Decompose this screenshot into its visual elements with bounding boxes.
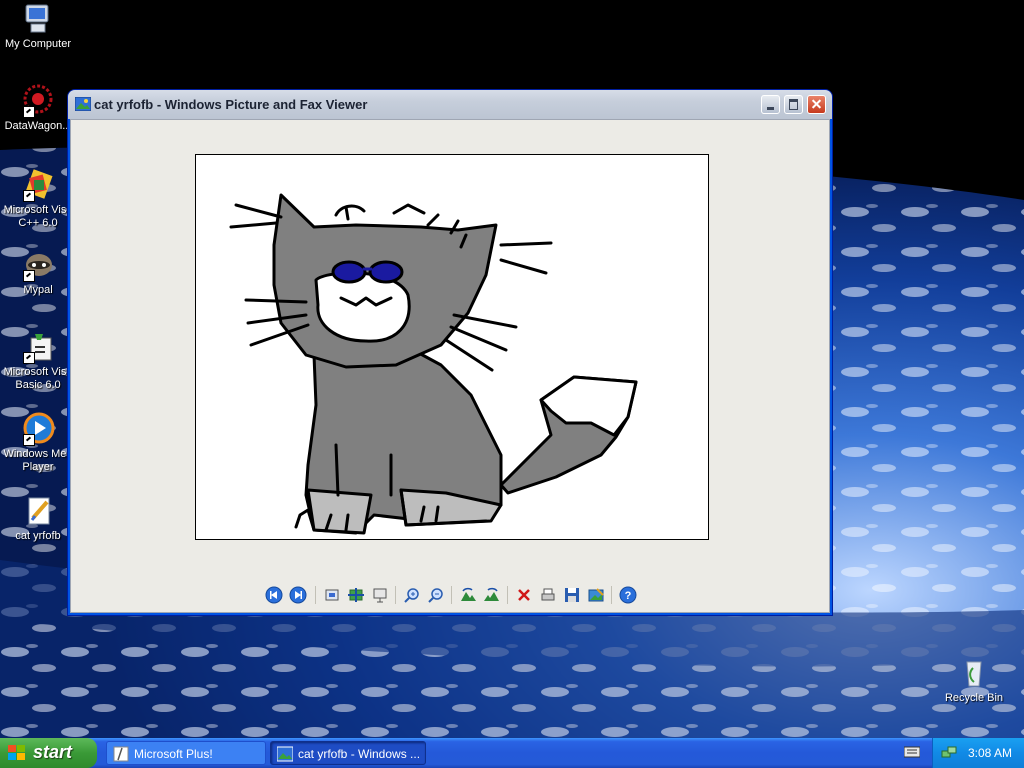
visual-cpp-icon	[21, 168, 55, 202]
desktop-icon-visual-cpp[interactable]: Microsoft Visu C++ 6.0	[0, 168, 76, 230]
taskbar-button-label: cat yrfofb - Windows ...	[298, 747, 421, 761]
desktop-icon-my-computer[interactable]: My Computer	[0, 2, 76, 51]
keyboard-language-icon[interactable]	[904, 746, 920, 758]
desktop-icon-label: Microsoft Visu Basic 6.0	[3, 366, 73, 391]
window-title: cat yrfofb - Windows Picture and Fax Vie…	[94, 97, 368, 112]
svg-text:?: ?	[625, 590, 632, 602]
help-icon[interactable]: ?	[619, 586, 637, 604]
delete-icon[interactable]	[515, 586, 533, 604]
recycle-bin-icon	[957, 656, 991, 690]
viewer-toolbar: ?	[265, 584, 645, 606]
picture-viewer-window: cat yrfofb - Windows Picture and Fax Vie…	[68, 90, 832, 615]
zoom-in-icon[interactable]	[403, 586, 421, 604]
picture-viewer-icon	[75, 97, 91, 111]
toolbar-separator	[315, 586, 316, 604]
desktop-icon-datawagon[interactable]: DataWagon...	[0, 84, 76, 133]
maximize-button[interactable]	[784, 95, 803, 114]
close-button[interactable]	[807, 95, 826, 114]
taskbar-button-label: Microsoft Plus!	[134, 747, 213, 761]
rotate-clockwise-icon[interactable]	[459, 586, 477, 604]
shortcut-arrow-icon	[23, 190, 35, 202]
next-image-icon[interactable]	[289, 586, 307, 604]
paint-image-file-icon	[21, 494, 55, 528]
toolbar-separator	[611, 586, 612, 604]
desktop-icon-label: Mypal	[23, 284, 53, 296]
network-connection-icon[interactable]	[941, 745, 957, 761]
desktop-icon-label: DataWagon...	[4, 120, 72, 132]
toolbar-separator	[451, 586, 452, 604]
image-display	[195, 154, 709, 540]
zoom-out-icon[interactable]	[427, 586, 445, 604]
actual-size-icon[interactable]	[347, 586, 365, 604]
datawagon-icon	[21, 84, 55, 118]
visual-basic-icon	[21, 330, 55, 364]
microsoft-plus-icon	[113, 746, 129, 762]
shortcut-arrow-icon	[23, 106, 35, 118]
save-icon[interactable]	[563, 586, 581, 604]
computer-icon	[21, 2, 55, 36]
open-for-editing-icon[interactable]	[587, 586, 605, 604]
desktop-icon-mypal[interactable]: Mypal	[0, 248, 76, 297]
shortcut-arrow-icon	[23, 270, 35, 282]
cat-drawing-image	[229, 193, 638, 535]
toolbar-separator	[395, 586, 396, 604]
desktop-icon-label: My Computer	[4, 38, 72, 50]
shortcut-arrow-icon	[23, 352, 35, 364]
desktop-icon-label: Microsoft Visu C++ 6.0	[3, 204, 73, 229]
desktop-icon-label: cat yrfofb	[15, 530, 61, 542]
minimize-button[interactable]	[761, 95, 780, 114]
slide-show-icon[interactable]	[371, 586, 389, 604]
best-fit-icon[interactable]	[323, 586, 341, 604]
media-player-icon	[21, 412, 55, 446]
desktop-icon-visual-basic[interactable]: Microsoft Visu Basic 6.0	[0, 330, 76, 392]
taskbar: start Microsoft Plus! cat yrfofb - Windo…	[0, 738, 1024, 768]
previous-image-icon[interactable]	[265, 586, 283, 604]
print-icon[interactable]	[539, 586, 557, 604]
picture-viewer-icon	[277, 746, 293, 762]
mypal-raccoon-icon	[21, 248, 55, 282]
taskbar-button-picture-viewer[interactable]: cat yrfofb - Windows ...	[270, 741, 426, 765]
toolbar-separator	[507, 586, 508, 604]
start-button[interactable]: start	[0, 738, 97, 768]
windows-logo-icon	[8, 745, 25, 760]
rotate-counterclockwise-icon[interactable]	[483, 586, 501, 604]
shortcut-arrow-icon	[23, 434, 35, 446]
desktop-icon-cat-yrfofb[interactable]: cat yrfofb	[0, 494, 76, 543]
desktop-icon-windows-media-player[interactable]: Windows Med Player	[0, 412, 76, 474]
title-bar[interactable]: cat yrfofb - Windows Picture and Fax Vie…	[68, 90, 832, 119]
system-tray: 3:08 AM	[932, 738, 1024, 768]
desktop-icon-label: Recycle Bin	[944, 692, 1004, 704]
desktop-icon-recycle-bin[interactable]: Recycle Bin	[936, 656, 1012, 705]
taskbar-button-microsoft-plus[interactable]: Microsoft Plus!	[106, 741, 266, 765]
desktop-icon-label: Windows Med Player	[3, 448, 73, 473]
clock[interactable]: 3:08 AM	[968, 746, 1012, 760]
start-label: start	[33, 742, 73, 762]
viewer-client-area: ?	[70, 119, 830, 613]
